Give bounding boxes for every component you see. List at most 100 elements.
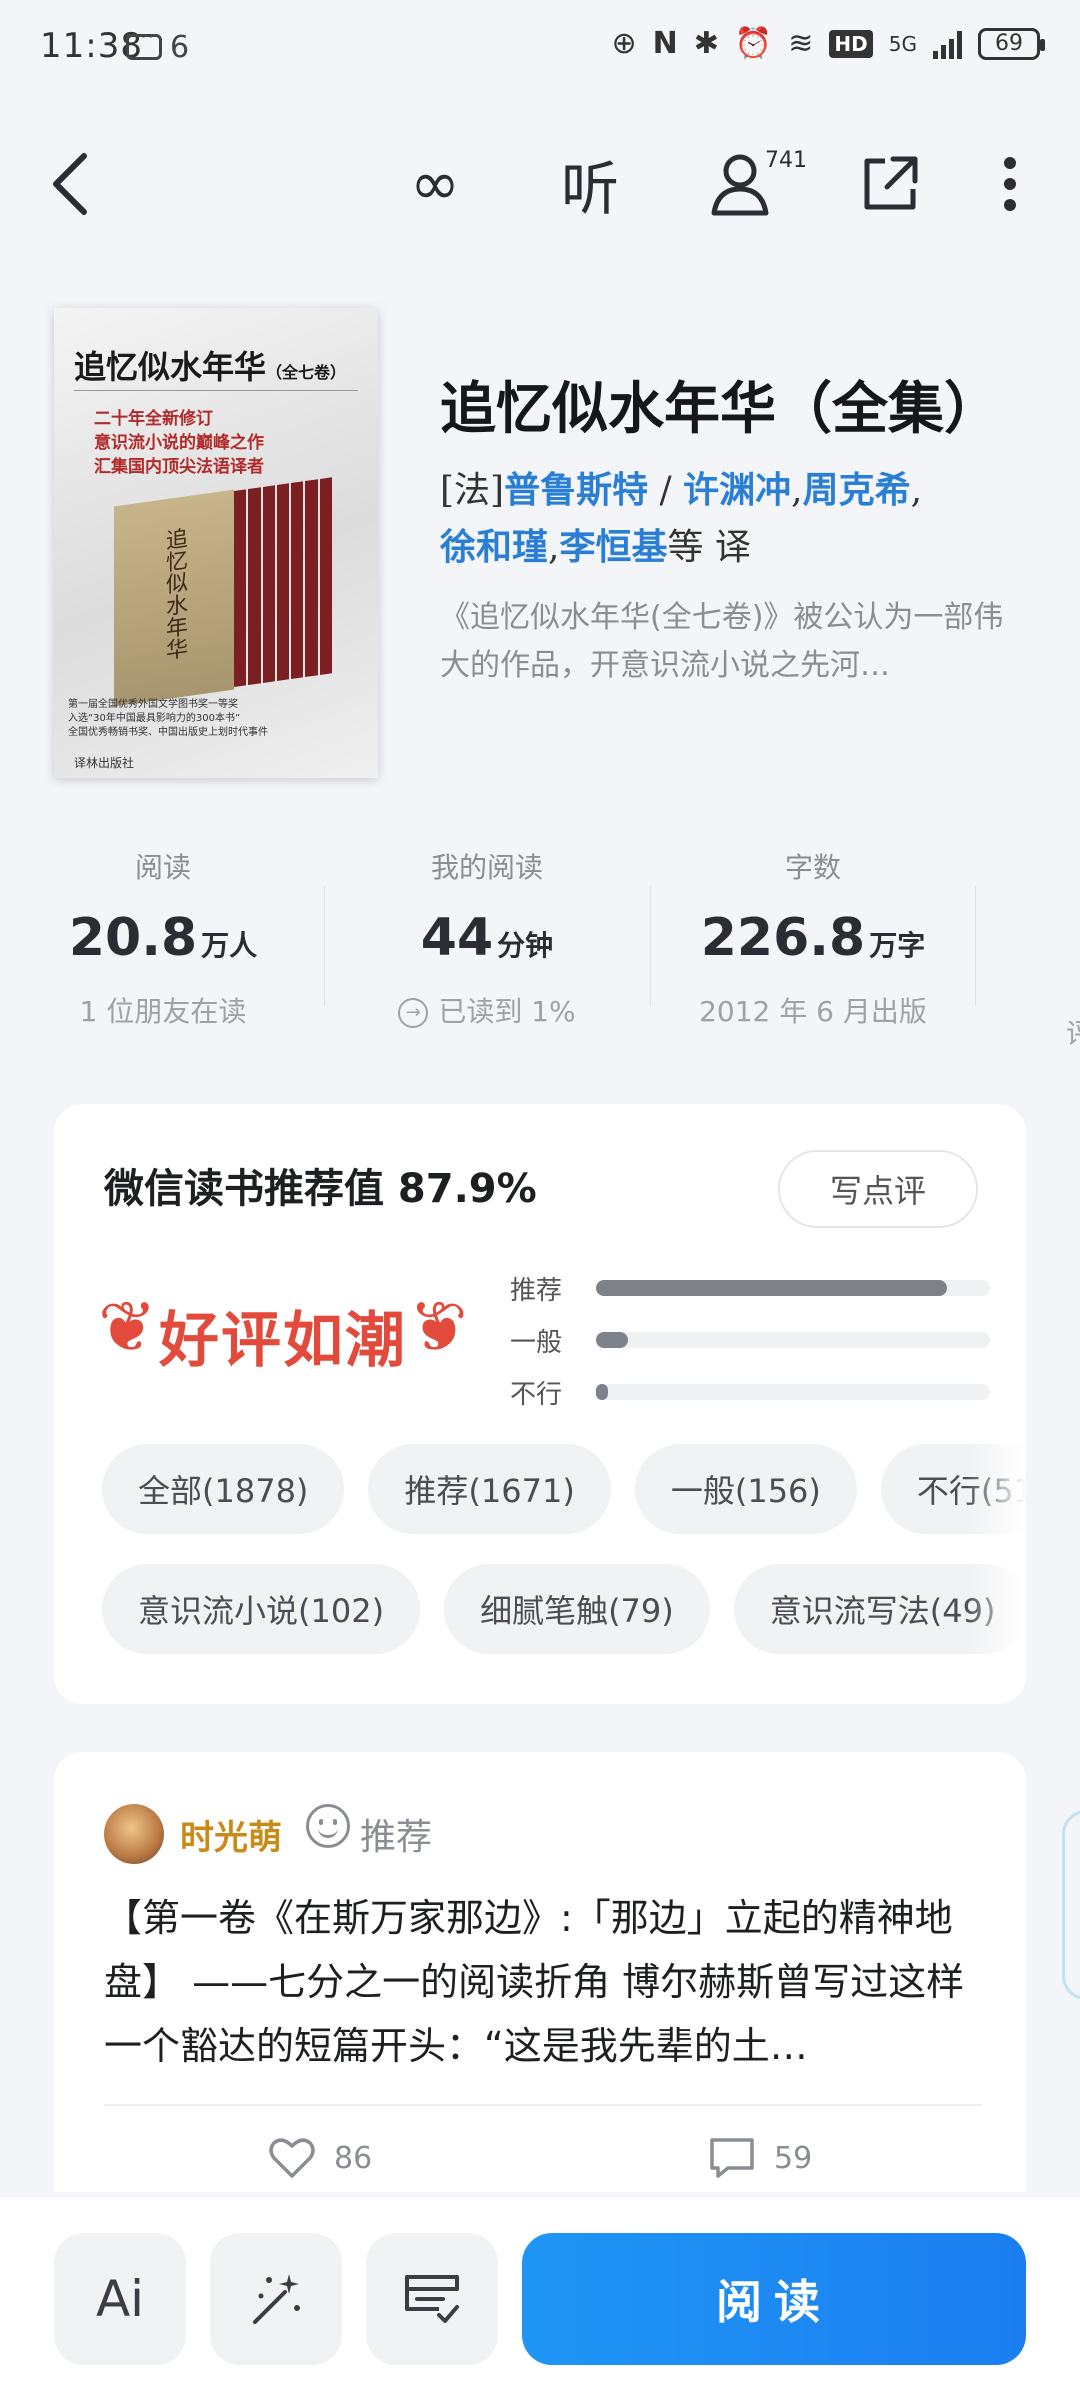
more-button[interactable]	[980, 136, 1040, 232]
cover-box-title: 追忆似水年华	[162, 526, 187, 662]
status-bar: 11:38 6 ⊕ N ✱ ⏰ ≋ HD 5G 69	[0, 0, 1080, 96]
back-arrow-icon	[53, 153, 87, 215]
like-button[interactable]: 86	[268, 2136, 372, 2180]
rating-bar: 推荐	[510, 1268, 990, 1308]
stat-divider	[975, 886, 976, 1006]
signal-icon	[933, 29, 962, 59]
side-panel-handle[interactable]	[1062, 1810, 1080, 2000]
stat-value: 44 分钟	[420, 908, 554, 968]
stat-label: 字数	[784, 851, 841, 884]
cover-divider	[74, 390, 358, 391]
listen-label: 听	[560, 155, 619, 223]
alarm-icon: ⏰	[734, 26, 773, 61]
stat-label: 阅读	[134, 851, 191, 884]
stat-peek: 评	[1066, 1012, 1080, 1052]
laurel-icon: ❦	[98, 1286, 157, 1368]
read-button[interactable]: 阅读	[522, 2233, 1026, 2365]
cover-tagline: 二十年全新修订	[94, 409, 213, 429]
book-authors: [法]普鲁斯特 / 许渊冲,周克希, 徐和瑾,李恒基等 译	[440, 469, 923, 568]
translator-link[interactable]: 周克希	[803, 469, 911, 511]
nfc-icon: N	[652, 26, 678, 61]
infinity-button[interactable]: ∞	[390, 136, 480, 232]
rating-badge: ❦ 好评如潮 ❦	[98, 1280, 468, 1390]
chips-fade	[966, 1434, 1026, 1704]
topic-chip[interactable]: 细腻笔触(79)	[444, 1564, 710, 1654]
more-vertical-icon	[1004, 157, 1016, 211]
notification-count: 6	[170, 30, 190, 65]
back-button[interactable]	[30, 136, 110, 232]
network-label: 5G	[888, 31, 917, 56]
like-count: 86	[334, 2140, 373, 2176]
rating-bar-track	[596, 1384, 990, 1400]
author-separator: /	[648, 470, 684, 511]
status-icons: ⊕ N ✱ ⏰ ≋ HD 5G 69	[611, 26, 1045, 61]
listen-button[interactable]: 听	[550, 136, 630, 232]
friends-reading-button[interactable]: 741	[695, 136, 807, 232]
divider	[104, 2104, 982, 2106]
stat-value: 20.8 万人	[68, 908, 258, 968]
hd-icon: HD	[829, 29, 873, 58]
add-circle-icon: ⊕	[611, 26, 637, 61]
comment-button[interactable]: 59	[708, 2136, 812, 2180]
stat-sub: → 已读到 1%	[324, 990, 650, 1030]
cover-title: 追忆似水年华（全七卷）	[74, 348, 347, 386]
comment-icon	[710, 2138, 754, 2178]
cover-footer: 第一届全国优秀外国文学图书奖一等奖 入选“30年中国最具影响力的300本书” 全…	[68, 699, 268, 738]
cover-box-set: 追忆似水年华	[114, 489, 234, 707]
translator-link[interactable]: 许渊冲	[683, 469, 791, 511]
filter-chips-row: 全部(1878) 推荐(1671) 一般(156) 不行(51)	[102, 1444, 1026, 1534]
book-title: 追忆似水年华（全集）	[440, 376, 1000, 442]
stat-sub: 1 位朋友在读	[79, 995, 247, 1028]
write-review-button[interactable]: 写点评	[778, 1150, 978, 1228]
stats-row: 阅读 20.8 万人 1 位朋友在读 我的阅读 44 分钟 → 已读到 1% 字数 2…	[0, 840, 1080, 1050]
infinity-icon: ∞	[410, 149, 460, 219]
rating-bar-fill	[596, 1280, 947, 1296]
cover-publisher: 译林出版社	[74, 756, 135, 770]
notes-button[interactable]	[366, 2233, 498, 2365]
top-nav: ∞ 听 741	[0, 136, 1080, 232]
stat-my-reading[interactable]: 我的阅读 44 分钟 → 已读到 1%	[324, 840, 650, 1040]
message-icon	[126, 25, 162, 60]
battery-icon: 69	[978, 27, 1045, 60]
translator-link[interactable]: 徐和瑾	[440, 526, 548, 568]
stat-word-count[interactable]: 字数 226.8 万字 2012 年 6 月出版	[650, 840, 976, 1040]
stat-label: 我的阅读	[430, 851, 543, 884]
filter-chip-neutral[interactable]: 一般(156)	[634, 1444, 857, 1534]
stat-value: 226.8 万字	[700, 908, 926, 968]
review-text[interactable]: 【第一卷《在斯万家那边》:「那边」立起的精神地盘】 ——七分之一的阅读折角 博尔…	[104, 1886, 984, 2078]
rating-bar-track	[596, 1332, 990, 1348]
share-button[interactable]	[850, 136, 930, 232]
recommendation-title: 微信读书推荐值 87.9%	[104, 1166, 537, 1212]
comment-count: 59	[774, 2140, 813, 2176]
rating-bar: 一般	[510, 1320, 990, 1360]
magic-wand-icon	[253, 2274, 300, 2324]
bottom-bar: Ai 阅读	[0, 2196, 1080, 2400]
topic-chip[interactable]: 意识流小说(102)	[102, 1564, 421, 1654]
stat-readers[interactable]: 阅读 20.8 万人 1 位朋友在读	[0, 840, 326, 1040]
cover-spines	[234, 477, 334, 688]
ai-assistant-button[interactable]: Ai	[54, 2233, 186, 2365]
notes-icon	[405, 2275, 459, 2323]
book-cover[interactable]: 追忆似水年华（全七卷） 二十年全新修订 意识流小说的巅峰之作 汇集国内顶尖法语译…	[54, 308, 378, 778]
translator-link[interactable]: 李恒基	[559, 526, 667, 568]
friends-count: 741	[765, 148, 807, 173]
reviewer-name[interactable]: 时光萌	[180, 1810, 282, 1859]
recommendation-card: 微信读书推荐值 87.9% 写点评 ❦ 好评如潮 ❦ 推荐 一般 不行 全部(1…	[54, 1104, 1026, 1704]
laurel-icon: ❦	[409, 1286, 468, 1368]
filter-chip-recommend[interactable]: 推荐(1671)	[368, 1444, 611, 1534]
book-blurb[interactable]: 《追忆似水年华(全七卷)》被公认为一部伟大的作品，开意识流小说之先河…	[440, 594, 1020, 690]
author-nationality: [法]	[440, 470, 505, 511]
rating-bar-label: 不行	[510, 1379, 563, 1410]
avatar[interactable]	[104, 1804, 164, 1864]
review-card[interactable]: 时光萌 推荐 【第一卷《在斯万家那边》:「那边」立起的精神地盘】 ——七分之一的…	[54, 1752, 1026, 2192]
arrow-circle-icon: →	[398, 998, 429, 1028]
rating-bar-label: 推荐	[510, 1275, 563, 1306]
topic-chips-row: 意识流小说(102) 细腻笔触(79) 意识流写法(49)	[102, 1564, 1026, 1654]
magic-wand-button[interactable]	[210, 2233, 342, 2365]
share-icon	[864, 156, 918, 210]
heart-icon	[269, 2138, 315, 2178]
wifi-icon: ≋	[788, 26, 814, 61]
filter-chip-all[interactable]: 全部(1878)	[102, 1444, 345, 1534]
rating-bar-fill	[596, 1384, 608, 1400]
author-link[interactable]: 普鲁斯特	[504, 469, 648, 511]
